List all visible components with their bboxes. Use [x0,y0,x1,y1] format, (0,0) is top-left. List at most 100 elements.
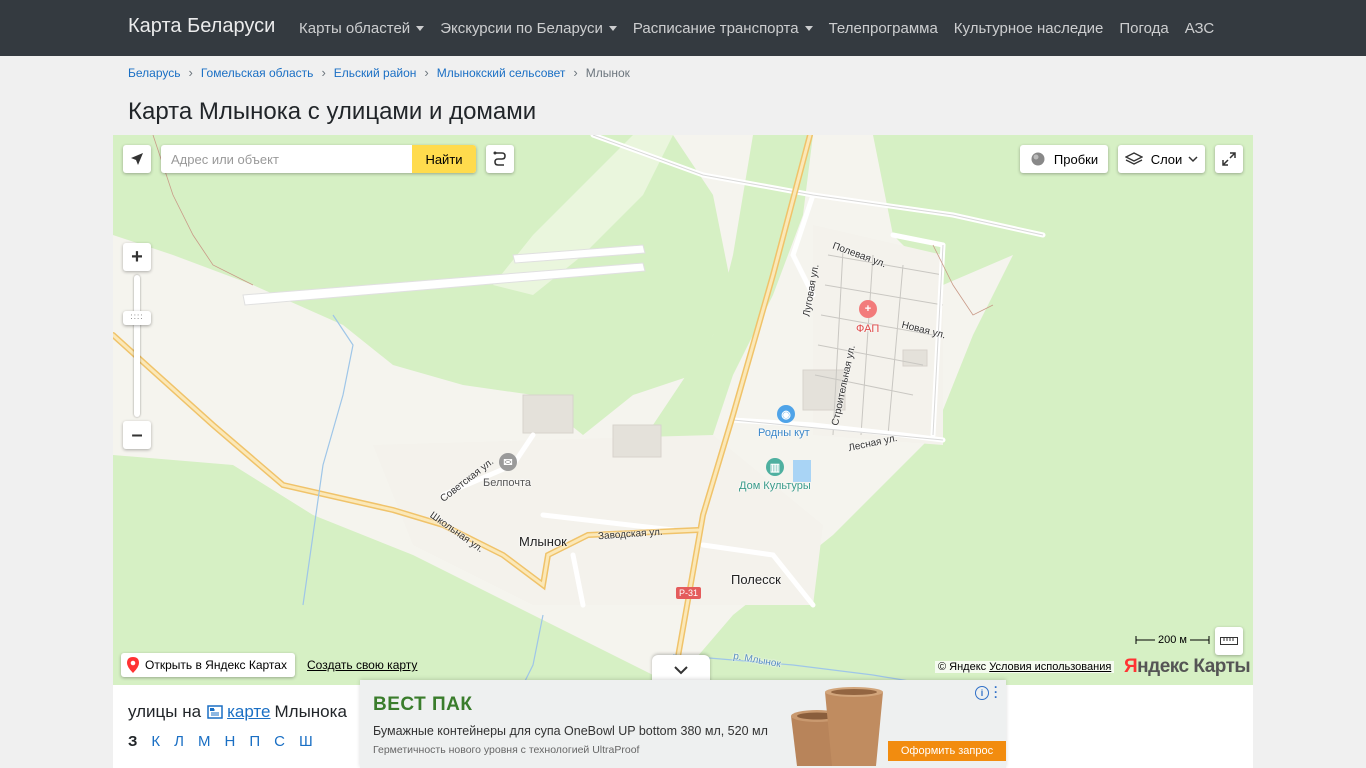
zoom-track[interactable] [134,275,140,417]
map-search: Найти [161,145,476,173]
nav-item-1[interactable]: Экскурсии по Беларуси [432,20,625,37]
traffic-button[interactable]: Пробки [1020,145,1108,173]
open-in-yandex-label: Открыть в Яндекс Картах [145,658,287,672]
geolocation-button[interactable] [123,145,151,173]
caret-down-icon [416,25,425,31]
place-label-polessk: Полесск [731,572,781,587]
nav-item-label: Культурное наследие [953,19,1104,37]
ad-brand-logo: ВЕСТ ПАК [373,694,473,715]
top-navbar: Карта Беларуси Карты областей Экскурсии п… [0,0,1366,56]
arrow-navigate-icon [131,153,143,165]
medical-cross-icon[interactable]: + [859,300,877,318]
breadcrumb-separator-icon: › [321,65,326,80]
route-icon [493,151,506,166]
yandex-logo-rest: ндекс Карты [1137,656,1251,677]
streets-heading: улицы на карте Млынока [128,702,347,722]
breadcrumb-item[interactable]: Гомельская область [201,66,314,80]
nav-item-6[interactable]: АЗС [1177,20,1223,37]
street-letter[interactable]: К [151,733,160,750]
terms-link[interactable]: Условия использования [989,661,1111,673]
create-map-link[interactable]: Создать свою карту [307,658,417,672]
yandex-maps-logo[interactable]: Яндекс Карты [1124,656,1251,678]
nav-menu: Карты областей Экскурсии по Беларуси Распи… [291,0,1222,56]
streets-heading-prefix: улицы на [128,702,202,721]
street-letter[interactable]: С [274,733,285,750]
mail-envelope-icon[interactable]: ✉ [499,453,517,471]
place-label-mlynok: Млынок [519,534,567,549]
nav-item-5[interactable]: Погода [1111,20,1176,37]
streets-heading-suffix: Млынока [274,702,347,721]
ruler-icon [1220,637,1238,645]
ad-cta-button[interactable]: Оформить запрос [888,741,1006,761]
page-title: Карта Млынока с улицами и домами [128,98,537,125]
street-letter-index: ЗКЛМНПСШ [128,733,327,750]
street-letter[interactable]: Л [174,733,184,750]
nav-item-label: Расписание транспорта [632,19,799,37]
nav-item-label: Телепрограмма [828,19,938,37]
street-letter[interactable]: П [249,733,260,750]
breadcrumb-item[interactable]: Млынокский сельсовет [437,66,566,80]
nav-item-label: Карты областей [299,19,411,37]
traffic-icon [1031,152,1045,166]
layers-icon [1124,152,1143,165]
zoom-control: + :::: – [123,243,151,449]
breadcrumb-item[interactable]: Беларусь [128,66,180,80]
nav-item-2[interactable]: Расписание транспорта [625,20,821,37]
scale-bar-left [1135,636,1155,644]
chevron-down-icon [1188,156,1198,163]
ad-subline: Герметичность нового уровня с технологие… [373,744,640,756]
breadcrumb-separator-icon: › [188,65,193,80]
layers-label: Слои [1150,151,1183,167]
breadcrumb-separator-icon: › [573,65,578,80]
fullscreen-button[interactable] [1215,145,1243,173]
traffic-label: Пробки [1053,151,1099,167]
zoom-out-button[interactable]: – [123,421,151,449]
poi-label-dom-kultury[interactable]: Дом Культуры [739,480,811,492]
scale-bar-right [1189,636,1210,644]
map-scale: 200 м [1135,634,1210,646]
poi-label-fap[interactable]: ФАП [856,323,879,335]
copyright-text: © Яндекс [938,661,987,673]
ruler-button[interactable] [1215,627,1243,655]
nav-item-0[interactable]: Карты областей [291,20,432,37]
shop-basket-icon[interactable]: ◉ [777,405,795,423]
nav-item-label: Экскурсии по Беларуси [440,19,603,37]
breadcrumb-item: Млынок [585,65,630,80]
ad-more-icon[interactable]: · · · [994,681,998,703]
nav-item-label: Погода [1119,19,1169,37]
street-letter[interactable]: Ш [299,733,313,750]
poi-label-belpochta[interactable]: Белпочта [483,477,531,489]
open-in-yandex-button[interactable]: Открыть в Яндекс Картах [121,653,295,677]
ad-headline[interactable]: Бумажные контейнеры для супа OneBowl UP … [373,724,768,738]
road-number-badge: Р-31 [676,587,702,599]
street-letter[interactable]: М [198,733,211,750]
zoom-slider-handle[interactable]: :::: [123,311,151,325]
museum-building-icon[interactable]: ▥ [766,458,784,476]
nav-item-3[interactable]: Телепрограмма [821,20,946,37]
route-button[interactable] [486,145,514,173]
layers-button[interactable]: Слои [1118,145,1205,173]
scale-label: 200 м [1158,634,1187,646]
map-copyright: © Яндекс Условия использования [935,661,1115,673]
breadcrumb-separator-icon: › [424,65,429,80]
chevron-down-icon [674,666,688,675]
zoom-in-button[interactable]: + [123,243,151,271]
map-search-input[interactable] [161,145,412,173]
breadcrumb-item[interactable]: Ельский район [334,66,417,80]
yandex-logo-first-letter: Я [1124,656,1138,677]
map-link[interactable]: карте [227,702,270,722]
map-widget[interactable]: Найти Пробки Слои + :::: – Млынок Полесс… [113,135,1253,685]
caret-down-icon [608,25,617,31]
street-letter[interactable]: Н [225,733,236,750]
paper-cup-image [791,687,883,766]
street-letter: З [128,733,138,750]
ad-info-icon[interactable]: i [975,686,989,700]
map-card-icon [207,705,223,719]
nav-item-label: АЗС [1184,19,1215,37]
map-canvas[interactable] [113,135,1253,685]
nav-item-4[interactable]: Культурное наследие [946,20,1112,37]
map-search-button[interactable]: Найти [412,145,476,173]
advertisement-banner[interactable]: ВЕСТ ПАК Бумажные контейнеры для супа On… [360,680,1006,768]
site-brand[interactable]: Карта Беларуси [128,15,275,38]
poi-label-rodny-kut[interactable]: Родны кут [758,427,810,439]
